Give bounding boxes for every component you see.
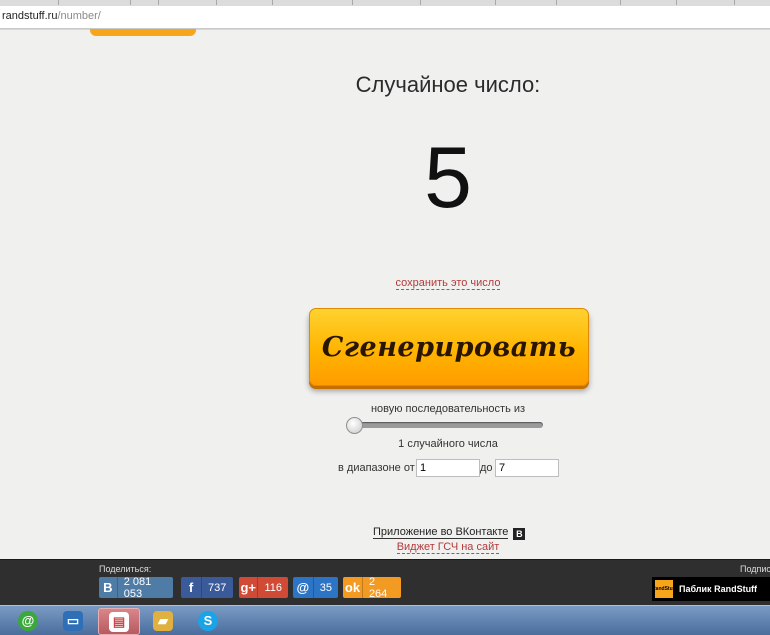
- browser-tab[interactable]: [495, 0, 496, 5]
- browser-tab[interactable]: [216, 0, 217, 5]
- count-slider-handle[interactable]: [346, 417, 363, 434]
- document-icon: ▤: [109, 611, 129, 632]
- page-title: Случайное число:: [355, 72, 541, 97]
- browser-tab[interactable]: [420, 0, 421, 5]
- os-taskbar: @ ▭ ▤ ▰ S: [0, 605, 770, 635]
- url-domain: randstuff.ru: [2, 10, 58, 22]
- public-label: Паблик RandStuff: [679, 584, 758, 594]
- odnoklassniki-icon: ok: [343, 577, 363, 598]
- vk-icon: B: [99, 577, 118, 598]
- browser-tab[interactable]: [676, 0, 677, 5]
- share-mailru-button[interactable]: @ 35: [293, 577, 338, 598]
- url-text[interactable]: randstuff.ru/number/: [2, 10, 101, 22]
- random-number-result: 5: [424, 130, 472, 226]
- taskbar-folder[interactable]: ▰: [143, 608, 183, 633]
- share-title: Поделиться:: [99, 564, 152, 574]
- vk-icon: B: [513, 528, 526, 540]
- subscribe-title: Подпис: [740, 564, 770, 574]
- folder-icon: ▰: [153, 610, 173, 631]
- save-number-link[interactable]: сохранить это число: [395, 277, 501, 290]
- share-count: 116: [264, 581, 282, 594]
- randstuff-public-button[interactable]: RandStuff Паблик RandStuff: [652, 577, 770, 601]
- browser-tab[interactable]: [158, 0, 159, 5]
- share-count: 2 081 053: [123, 575, 152, 600]
- share-google-plus-button[interactable]: g+ 116: [239, 577, 288, 598]
- skype-icon: S: [198, 610, 218, 631]
- share-facebook-button[interactable]: f 737: [181, 577, 233, 598]
- browser-tab[interactable]: [620, 0, 621, 5]
- range-from-input[interactable]: [416, 459, 480, 477]
- google-plus-icon: g+: [239, 577, 259, 598]
- share-count: 737: [208, 581, 227, 594]
- url-path: /number/: [57, 10, 101, 22]
- save-number-link-wrap: сохранить это число: [0, 277, 770, 290]
- share-vk-button[interactable]: B 2 081 053: [99, 575, 173, 600]
- sequence-label: новую последовательность из: [370, 403, 526, 415]
- count-label: 1 случайного числа: [398, 438, 498, 450]
- mail-agent-icon: @: [18, 610, 38, 631]
- range-to-label: до: [480, 462, 493, 474]
- site-header-tab[interactable]: [90, 29, 196, 36]
- browser-tab[interactable]: [556, 0, 557, 5]
- range-to-input[interactable]: [495, 459, 559, 477]
- generate-button[interactable]: Сгенерировать: [309, 308, 589, 386]
- browser-tab[interactable]: [352, 0, 353, 5]
- share-bar: Поделиться: Подпис B 2 081 053 f 737 g+ …: [0, 559, 770, 605]
- share-count: 35: [319, 581, 332, 594]
- facebook-icon: f: [181, 577, 202, 598]
- widget-link-wrap: Виджет ГСЧ на сайт: [0, 541, 770, 554]
- computer-icon: ▭: [63, 610, 83, 631]
- share-odnoklassniki-button[interactable]: ok 2 264: [343, 575, 401, 600]
- range-from-label: в диапазоне от: [338, 462, 415, 474]
- taskbar-document[interactable]: ▤: [98, 608, 140, 635]
- share-count: 2 264: [368, 575, 388, 600]
- count-slider-track[interactable]: [347, 422, 543, 428]
- taskbar-computer[interactable]: ▭: [53, 608, 93, 633]
- randstuff-logo-icon: RandStuff: [652, 580, 676, 598]
- browser-tab[interactable]: [130, 0, 131, 5]
- taskbar-skype[interactable]: S: [188, 608, 228, 633]
- taskbar-mail-agent[interactable]: @: [8, 608, 48, 633]
- vk-app-link-wrap: Приложение во ВКонтакте B: [373, 526, 526, 540]
- browser-tab[interactable]: [734, 0, 735, 5]
- address-bar[interactable]: randstuff.ru/number/: [0, 6, 770, 29]
- vk-app-link[interactable]: Приложение во ВКонтакте: [373, 526, 509, 539]
- browser-tab[interactable]: [58, 0, 59, 5]
- mailru-icon: @: [293, 577, 314, 598]
- browser-tab[interactable]: [272, 0, 273, 5]
- widget-link[interactable]: Виджет ГСЧ на сайт: [396, 541, 500, 554]
